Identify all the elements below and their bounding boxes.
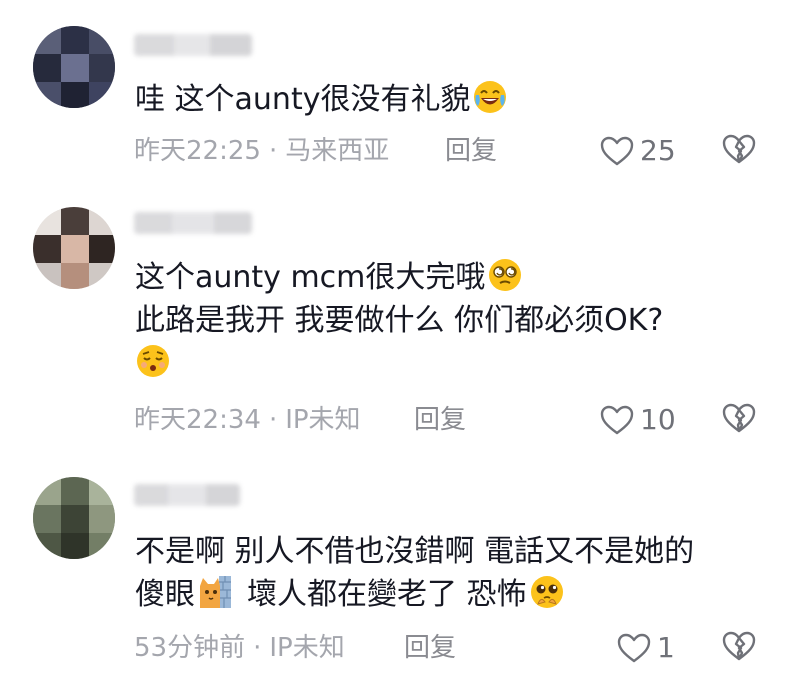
sleepy-face-emoji: [135, 343, 171, 379]
username-blurred[interactable]: [134, 484, 240, 506]
broken-heart-icon[interactable]: [722, 631, 758, 667]
username-blurred[interactable]: [134, 34, 252, 56]
avatar[interactable]: [33, 26, 115, 108]
broken-heart-icon[interactable]: [722, 403, 758, 439]
like-count: 10: [640, 403, 676, 436]
avatar[interactable]: [33, 477, 115, 559]
comment-text-line: 此路是我开 我要做什么 你们都必须OK?: [135, 303, 664, 338]
comment-text-line: 哇 这个aunty很没有礼貌: [135, 82, 471, 117]
cat-behind-wall-emoji: [197, 574, 233, 610]
location: 马来西亚: [285, 136, 390, 166]
meta-separator: ·: [268, 405, 278, 435]
comment-meta: 昨天22:25 · 马来西亚: [134, 133, 389, 169]
reply-button[interactable]: 回复: [445, 133, 497, 169]
timestamp: 昨天22:34: [134, 405, 261, 435]
timestamp: 昨天22:25: [134, 136, 261, 166]
comment-text-line: 傻眼: [135, 577, 195, 612]
heart-icon: [600, 136, 634, 166]
comment-text-line: 这个aunty mcm很大完哦: [135, 260, 486, 295]
comment-text: 哇 这个aunty很没有礼貌: [135, 78, 760, 121]
comment-text: 不是啊 别人不借也沒錯啊 電話又不是她的 傻眼 壞人都在變老了 恐怖: [135, 530, 760, 616]
heart-icon: [617, 633, 651, 663]
like-button[interactable]: 1: [617, 630, 675, 666]
comment-meta: 昨天22:34 · IP未知: [134, 402, 361, 438]
laughing-crying-emoji: [472, 79, 508, 115]
comment-text-line: 壞人都在變老了 恐怖: [247, 577, 527, 612]
comment-text: 这个aunty mcm很大完哦 此路是我开 我要做什么 你们都必须OK?: [135, 256, 760, 385]
avatar[interactable]: [33, 207, 115, 289]
username-blurred[interactable]: [134, 212, 252, 234]
timestamp: 53分钟前: [134, 633, 246, 663]
comment-meta: 53分钟前 · IP未知: [134, 630, 345, 666]
comment-text-line: 不是啊 别人不借也沒錯啊 電話又不是她的: [135, 534, 695, 569]
broken-heart-icon[interactable]: [722, 134, 758, 170]
meta-separator: ·: [253, 633, 262, 663]
reply-button[interactable]: 回复: [414, 402, 466, 438]
like-count: 1: [657, 631, 675, 664]
pleading-face-emoji: [529, 574, 565, 610]
location: IP未知: [285, 405, 361, 435]
location: IP未知: [269, 633, 345, 663]
like-button[interactable]: 25: [600, 133, 676, 169]
dizzy-face-emoji: [487, 257, 523, 293]
meta-separator: ·: [268, 136, 278, 166]
like-count: 25: [640, 134, 676, 167]
reply-button[interactable]: 回复: [404, 630, 456, 666]
heart-icon: [600, 405, 634, 435]
like-button[interactable]: 10: [600, 402, 676, 438]
